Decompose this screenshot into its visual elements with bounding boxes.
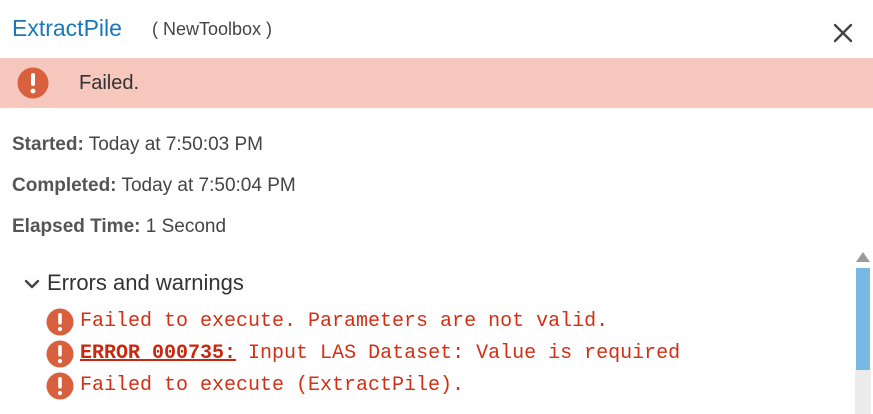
status-text: Failed. bbox=[79, 72, 140, 94]
scrollbar-track[interactable] bbox=[855, 370, 871, 414]
started-label: Started: bbox=[12, 134, 84, 155]
elapsed-row: Elapsed Time: 1 Second bbox=[12, 216, 226, 238]
message-text: Failed to execute (ExtractPile). bbox=[80, 374, 465, 397]
started-row: Started: Today at 7:50:03 PM bbox=[12, 134, 263, 156]
status-banner: Failed. bbox=[0, 58, 873, 108]
elapsed-value: 1 Second bbox=[145, 216, 227, 237]
error-circle-icon bbox=[46, 372, 74, 400]
error-description: Input LAS Dataset: Value is required bbox=[248, 342, 681, 365]
error-circle-icon bbox=[17, 67, 49, 99]
scrollbar-thumb[interactable] bbox=[856, 268, 870, 370]
completed-label: Completed: bbox=[12, 175, 117, 196]
close-x-icon bbox=[833, 23, 853, 43]
scroll-up-arrow-icon[interactable] bbox=[855, 250, 871, 264]
toolbox-name: ( NewToolbox ) bbox=[152, 19, 273, 39]
header: ExtractPile ( NewToolbox ) bbox=[0, 0, 873, 58]
completed-row: Completed: Today at 7:50:04 PM bbox=[12, 175, 296, 197]
elapsed-label: Elapsed Time: bbox=[12, 216, 141, 237]
close-button[interactable] bbox=[828, 18, 858, 48]
completed-value: Today at 7:50:04 PM bbox=[121, 175, 296, 196]
errors-section-title: Errors and warnings bbox=[47, 270, 244, 295]
message-text: ERROR 000735: Input LAS Dataset: Value i… bbox=[80, 342, 680, 365]
message-text: Failed to execute. Parameters are not va… bbox=[80, 310, 609, 333]
chevron-down-icon bbox=[24, 279, 40, 289]
tool-title: ExtractPile bbox=[12, 15, 122, 41]
geoprocessing-result-panel: ExtractPile ( NewToolbox ) Failed. Start… bbox=[0, 0, 873, 414]
started-value: Today at 7:50:03 PM bbox=[88, 134, 264, 155]
error-circle-icon bbox=[46, 308, 74, 336]
error-code-link[interactable]: ERROR 000735: bbox=[80, 342, 236, 365]
error-circle-icon bbox=[46, 340, 74, 368]
